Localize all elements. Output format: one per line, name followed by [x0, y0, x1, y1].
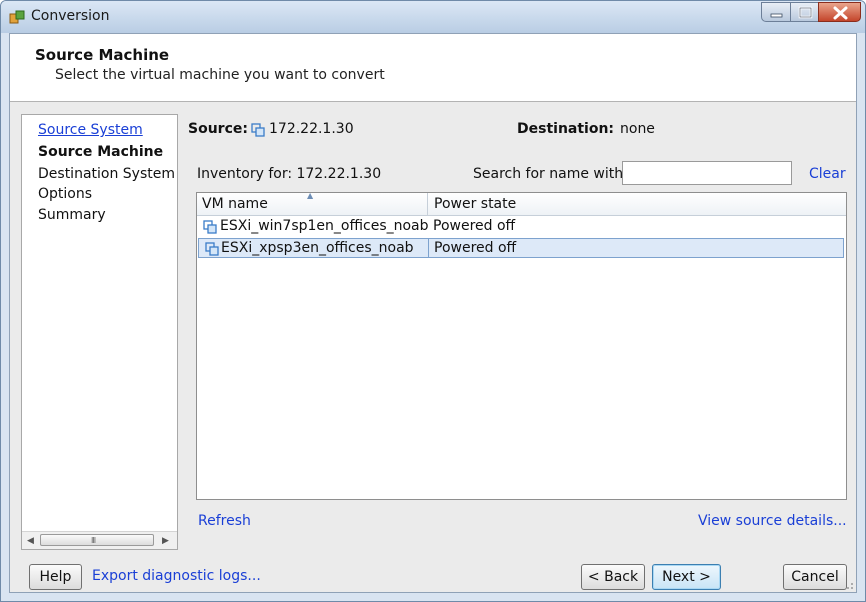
vm-icon	[203, 220, 217, 234]
nav-item-source-system[interactable]: Source System	[38, 122, 143, 138]
table-row[interactable]: ESXi_win7sp1en_offices_noab Powered off	[197, 216, 846, 238]
close-icon	[833, 6, 848, 20]
maximize-button[interactable]	[790, 2, 819, 22]
search-input[interactable]	[622, 161, 792, 185]
back-button[interactable]: < Back	[581, 564, 645, 590]
vm-name-cell: ESXi_xpsp3en_offices_noab	[221, 240, 414, 256]
title-bar[interactable]: Conversion	[1, 1, 865, 33]
vm-inventory-table: VM name ▲ Power state ESXi_win7sp1en_off…	[196, 192, 847, 500]
nav-item-destination-system: Destination System	[38, 166, 175, 182]
scroll-left-icon[interactable]: ◀	[27, 536, 34, 546]
power-state-cell: Powered off	[434, 240, 517, 256]
page-title: Source Machine	[35, 46, 170, 64]
nav-item-summary: Summary	[38, 207, 106, 223]
column-header-power-state[interactable]: Power state	[434, 196, 516, 212]
search-label: Search for name with:	[473, 166, 628, 182]
maximize-icon	[798, 6, 813, 19]
conversion-window: Conversion Source Machine Select the vir…	[0, 0, 866, 602]
vm-icon	[205, 242, 219, 256]
minimize-button[interactable]	[761, 2, 791, 22]
cancel-button[interactable]: Cancel	[783, 564, 847, 590]
destination-value: none	[620, 121, 655, 137]
grip-icon: III	[91, 536, 96, 545]
view-source-details-link[interactable]: View source details...	[698, 513, 847, 529]
vm-name-cell: ESXi_win7sp1en_offices_noab	[220, 218, 429, 234]
refresh-link[interactable]: Refresh	[198, 513, 251, 529]
inventory-label: Inventory for: 172.22.1.30	[197, 166, 382, 182]
minimize-icon	[770, 13, 783, 18]
wizard-steps-panel: Source System Source Machine Destination…	[21, 114, 178, 550]
scroll-right-icon[interactable]: ▶	[162, 536, 169, 546]
dialog-client-area: Source Machine Select the virtual machin…	[9, 33, 857, 593]
help-button[interactable]: Help	[29, 564, 82, 590]
horizontal-scrollbar[interactable]: ◀ III ▶	[22, 531, 177, 549]
column-divider[interactable]	[427, 193, 428, 215]
cell-divider	[428, 239, 429, 257]
window-title: Conversion	[31, 8, 110, 24]
page-subtitle: Select the virtual machine you want to c…	[55, 67, 385, 83]
resize-grip-icon[interactable]	[844, 580, 854, 590]
converter-app-icon	[9, 10, 25, 24]
nav-item-source-machine: Source Machine	[38, 144, 164, 160]
table-row-selected[interactable]: ESXi_xpsp3en_offices_noab Powered off	[198, 238, 844, 258]
clear-link[interactable]: Clear	[809, 166, 846, 182]
source-label: Source:	[188, 121, 248, 137]
vm-host-icon	[251, 123, 265, 137]
sort-ascending-icon: ▲	[307, 192, 314, 200]
scrollbar-thumb[interactable]: III	[40, 534, 154, 546]
source-host: 172.22.1.30	[269, 121, 354, 137]
wizard-header: Source Machine Select the virtual machin…	[10, 34, 856, 102]
destination-label: Destination:	[517, 121, 615, 137]
export-diagnostic-logs-link[interactable]: Export diagnostic logs...	[92, 568, 261, 584]
next-button[interactable]: Next >	[652, 564, 721, 590]
table-header: VM name ▲ Power state	[197, 193, 846, 216]
nav-item-options: Options	[38, 186, 93, 202]
column-header-vm-name[interactable]: VM name	[202, 196, 268, 212]
close-button[interactable]	[818, 2, 861, 22]
power-state-cell: Powered off	[433, 218, 516, 234]
